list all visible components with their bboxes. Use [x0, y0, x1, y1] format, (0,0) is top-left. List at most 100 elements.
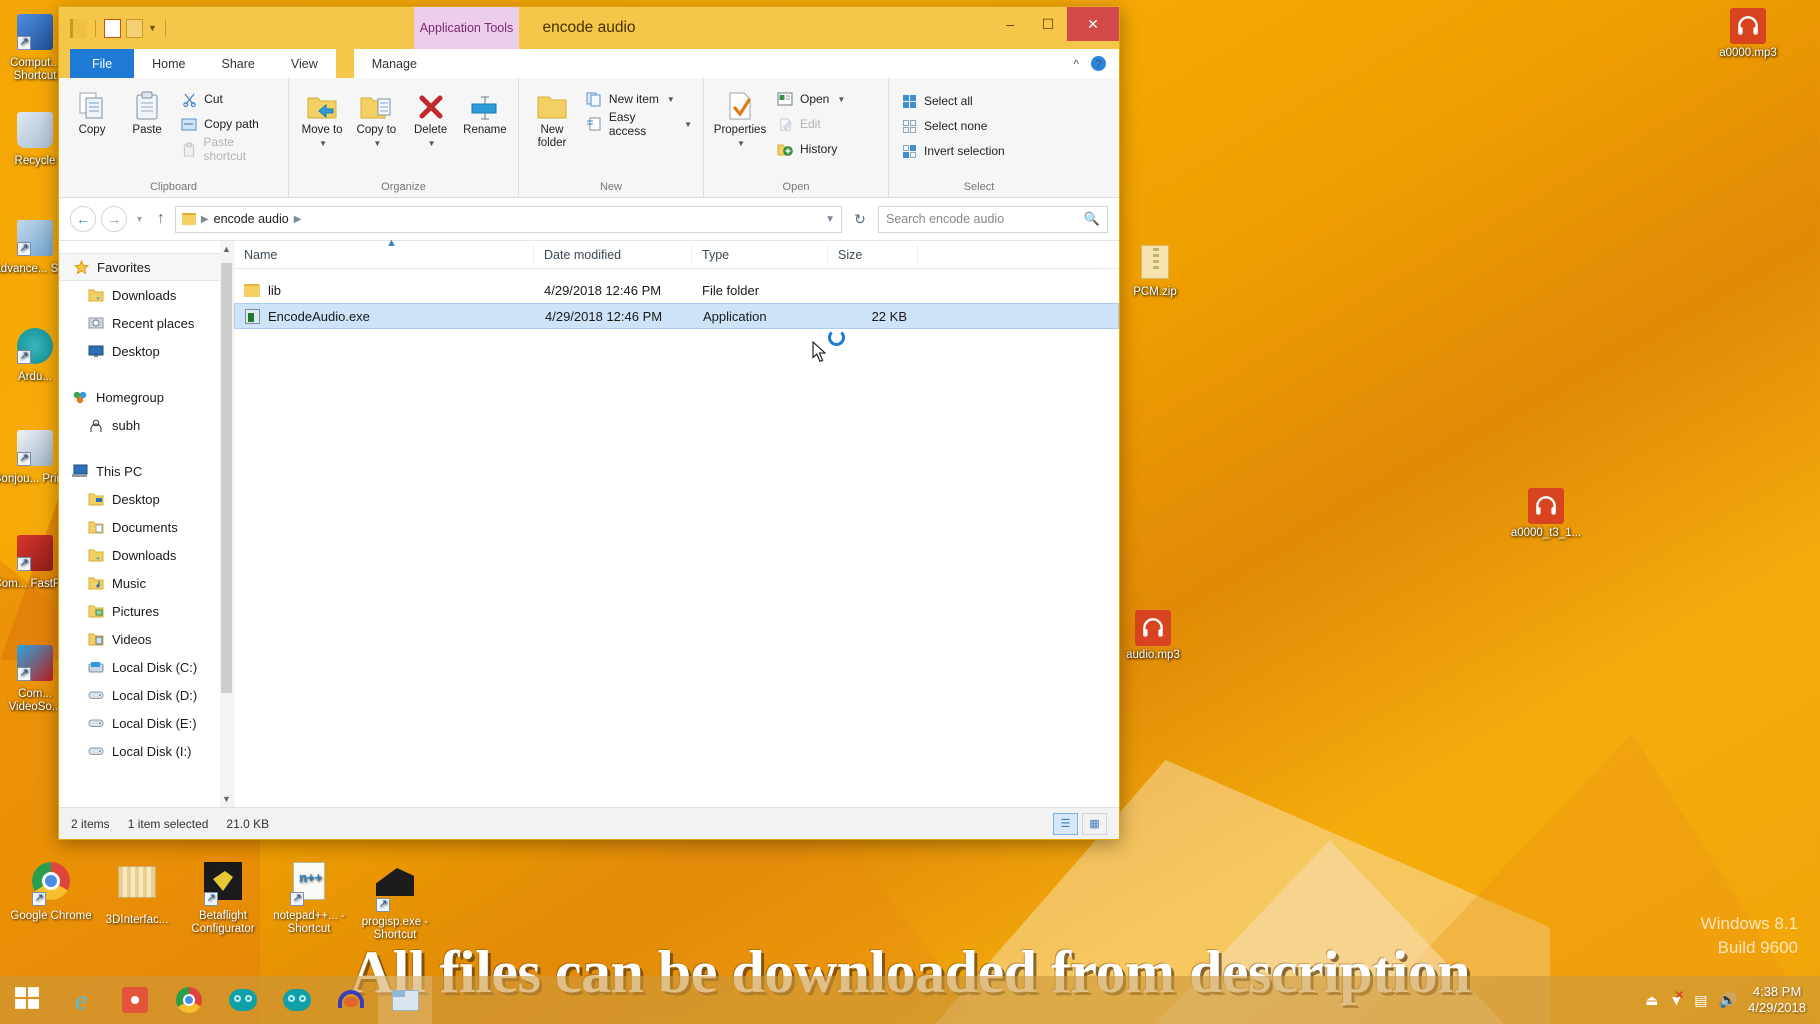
nav-item-recent-places[interactable]: Recent places	[59, 309, 233, 337]
nav-item-subh[interactable]: subh	[59, 411, 233, 439]
new-item-button[interactable]: New item ▼	[581, 88, 696, 110]
easy-access-button[interactable]: Easy access ▼	[581, 110, 696, 138]
nav-item-local-disk-d[interactable]: Local Disk (D:)	[59, 681, 233, 709]
chevron-down-icon[interactable]: ▼	[148, 23, 157, 33]
search-input[interactable]: Search encode audio 🔍	[878, 205, 1108, 233]
breadcrumb-separator[interactable]: ▶	[294, 214, 302, 225]
forward-button[interactable]: →	[101, 206, 127, 232]
volume-icon[interactable]: 🔊	[1718, 991, 1737, 1009]
nav-item-favorites[interactable]: Favorites	[59, 253, 233, 281]
usb-icon[interactable]: ▤	[1694, 992, 1707, 1009]
desktop-icon-progisp[interactable]: ↗ progisp.exe - Shortcut	[352, 862, 438, 942]
invert-selection-button[interactable]: Invert selection	[896, 140, 1009, 162]
nav-item-music[interactable]: Music	[59, 569, 233, 597]
properties-quick-icon[interactable]	[104, 18, 121, 38]
chevron-down-icon[interactable]: ▼	[319, 137, 327, 150]
new-folder-quick-icon[interactable]	[126, 18, 143, 38]
new-folder-button[interactable]: New folder	[526, 84, 578, 150]
chevron-down-icon[interactable]: ▼	[684, 120, 692, 129]
quick-access-toolbar[interactable]: ▼	[59, 18, 169, 38]
nav-item-videos[interactable]: Videos	[59, 625, 233, 653]
nav-item-documents[interactable]: Documents	[59, 513, 233, 541]
address-dropdown-icon[interactable]: ▼	[825, 214, 835, 225]
column-header-size[interactable]: Size	[828, 244, 918, 265]
network-error-icon[interactable]: ▼ ✕	[1669, 988, 1684, 1008]
nav-item-downloads-pc[interactable]: Downloads	[59, 541, 233, 569]
minimize-button[interactable]: –	[991, 7, 1029, 41]
taskbar-clock[interactable]: 4:38 PM 4/29/2018	[1748, 984, 1806, 1016]
taskbar-chrome[interactable]	[162, 976, 216, 1024]
recent-locations-button[interactable]: ▼	[132, 214, 147, 224]
delete-button[interactable]: Delete ▼	[405, 84, 457, 150]
nav-item-desktop-fav[interactable]: Desktop	[59, 337, 233, 365]
move-to-button[interactable]: Move to ▼	[296, 84, 348, 150]
chevron-down-icon[interactable]: ▼	[667, 95, 675, 104]
nav-item-local-disk-i[interactable]: Local Disk (I:)	[59, 737, 233, 765]
breadcrumb-folder[interactable]: encode audio	[214, 212, 289, 226]
nav-item-local-disk-c[interactable]: Local Disk (C:)	[59, 653, 233, 681]
usb-eject-icon[interactable]: ⏏	[1645, 992, 1658, 1009]
tab-file[interactable]: File	[70, 49, 135, 78]
select-none-button[interactable]: Select none	[896, 115, 1009, 137]
desktop-icon-pcm-zip[interactable]: PCM.zip	[1112, 245, 1198, 299]
rename-button[interactable]: Rename	[459, 84, 511, 137]
nav-item-local-disk-e[interactable]: Local Disk (E:)	[59, 709, 233, 737]
maximize-button[interactable]: ☐	[1029, 7, 1067, 41]
column-header-type[interactable]: Type	[692, 244, 828, 265]
up-button[interactable]: ↑	[152, 210, 170, 228]
open-button[interactable]: Open ▼	[772, 88, 849, 110]
taskbar-arduino-2[interactable]	[270, 976, 324, 1024]
table-row[interactable]: EncodeAudio.exe 4/29/2018 12:46 PM Appli…	[234, 303, 1119, 329]
taskbar-internet-explorer[interactable]: e	[54, 976, 108, 1024]
start-button[interactable]	[0, 976, 54, 1024]
scroll-down-arrow-icon[interactable]: ▼	[220, 791, 233, 807]
cut-button[interactable]: Cut	[176, 88, 281, 110]
refresh-button[interactable]: ↻	[847, 211, 873, 228]
desktop-icon-notepad-plus-plus[interactable]: n++ ↗ notepad++... - Shortcut	[266, 862, 352, 942]
column-header-name[interactable]: Name	[234, 244, 534, 265]
chevron-down-icon[interactable]: ▼	[373, 137, 381, 150]
navigation-pane-scrollbar[interactable]: ▲ ▼	[220, 241, 233, 807]
desktop-icon-a0000-mp3[interactable]: a0000.mp3	[1705, 8, 1791, 60]
nav-item-downloads[interactable]: Downloads	[59, 281, 233, 309]
tab-view[interactable]: View	[272, 49, 336, 78]
explorer-menu-icon[interactable]	[70, 18, 87, 38]
taskbar-file-explorer[interactable]	[378, 976, 432, 1024]
desktop-icon-betaflight-configurator[interactable]: ↗ Betaflight Configurator	[180, 862, 266, 942]
close-button[interactable]: ✕	[1067, 7, 1119, 41]
nav-item-pictures[interactable]: Pictures	[59, 597, 233, 625]
copy-button[interactable]: Copy	[66, 84, 118, 137]
desktop-icon-a0000-t3-mp3[interactable]: a0000_t3_1...	[1503, 488, 1589, 540]
large-icons-view-button[interactable]: ▦	[1082, 812, 1107, 835]
chevron-down-icon[interactable]: ▼	[737, 137, 745, 150]
nav-item-this-pc[interactable]: This PC	[59, 457, 233, 485]
address-input[interactable]: ▶ encode audio ▶ ▼	[174, 205, 842, 233]
tab-home[interactable]: Home	[134, 49, 204, 78]
tab-manage[interactable]: Manage	[353, 49, 435, 78]
nav-item-desktop[interactable]: Desktop	[59, 485, 233, 513]
desktop-icon-audio-mp3[interactable]: audio.mp3	[1110, 610, 1196, 662]
column-header-date-modified[interactable]: Date modified	[534, 244, 692, 265]
copy-path-button[interactable]: Copy path	[176, 113, 281, 135]
select-all-button[interactable]: Select all	[896, 90, 1009, 112]
history-button[interactable]: History	[772, 138, 849, 160]
collapse-ribbon-icon[interactable]: ^	[1073, 57, 1079, 71]
copy-to-button[interactable]: Copy to ▼	[350, 84, 402, 150]
tab-share[interactable]: Share	[203, 49, 273, 78]
details-view-button[interactable]: ☰	[1053, 812, 1078, 835]
help-icon[interactable]: ?	[1091, 56, 1106, 71]
taskbar-audacity[interactable]	[324, 976, 378, 1024]
properties-button[interactable]: Properties ▼	[711, 84, 769, 150]
back-button[interactable]: ←	[70, 206, 96, 232]
desktop-icon-3dinterface[interactable]: 3DInterfac...	[94, 862, 180, 942]
nav-item-homegroup[interactable]: Homegroup	[59, 383, 233, 411]
paste-button[interactable]: Paste	[121, 84, 173, 137]
scroll-up-arrow-icon[interactable]: ▲	[220, 241, 233, 257]
scrollbar-thumb[interactable]	[221, 263, 232, 693]
chevron-down-icon[interactable]: ▼	[428, 137, 436, 150]
taskbar-arduino-1[interactable]	[216, 976, 270, 1024]
desktop-icon-google-chrome[interactable]: ↗ Google Chrome	[8, 862, 94, 942]
chevron-down-icon[interactable]: ▼	[837, 95, 845, 104]
table-row[interactable]: lib 4/29/2018 12:46 PM File folder	[234, 277, 1119, 303]
taskbar-xsplit[interactable]	[108, 976, 162, 1024]
